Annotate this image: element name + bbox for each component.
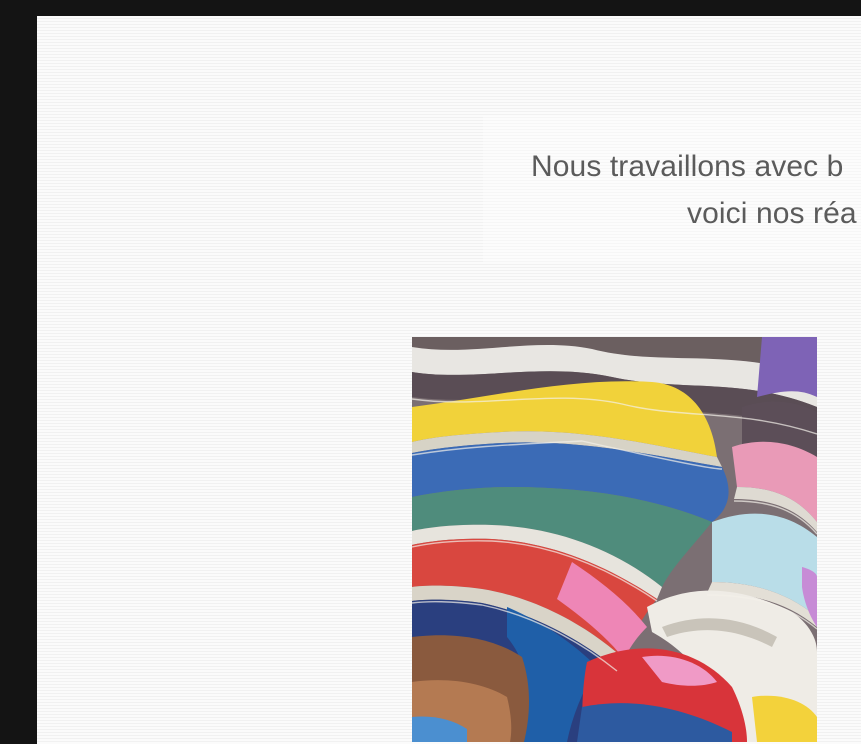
intro-text-box xyxy=(483,116,861,262)
magazines-illustration xyxy=(412,337,817,742)
intro-text-line-1: Nous travaillons avec b xyxy=(531,150,844,183)
page-section: Nous travaillons avec b voici nos réa xyxy=(37,16,861,744)
intro-text-line-2: voici nos réa xyxy=(687,197,857,230)
magazines-photo xyxy=(412,337,817,742)
